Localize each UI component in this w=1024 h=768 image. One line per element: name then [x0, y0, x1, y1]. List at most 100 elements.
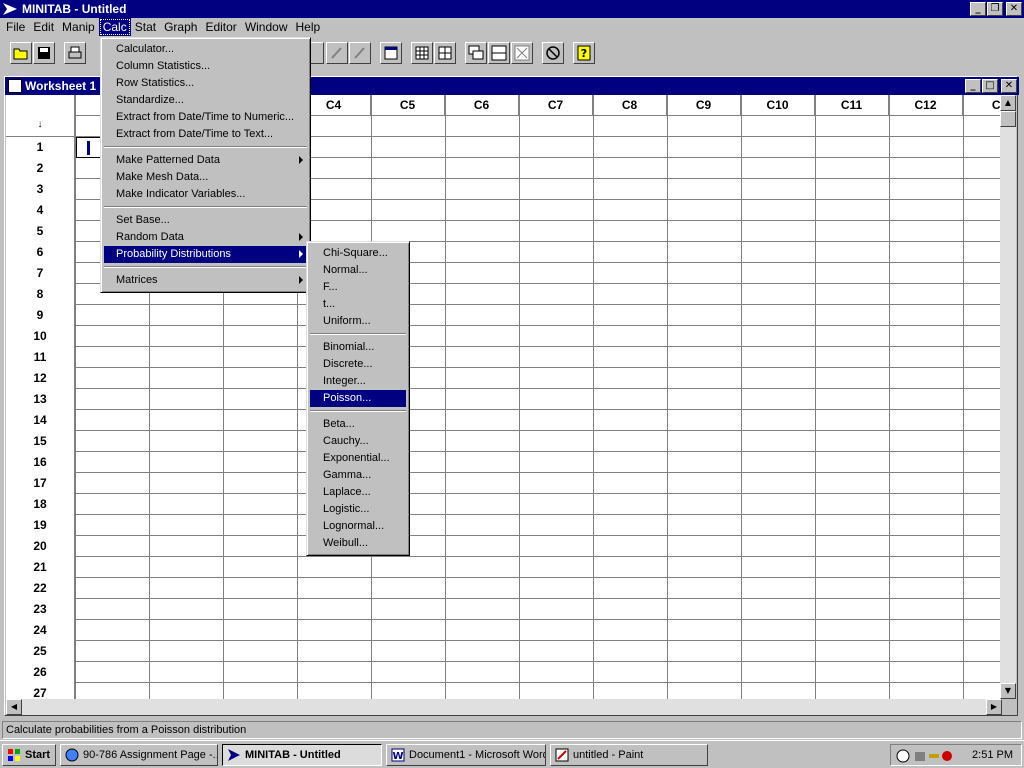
- menu-window[interactable]: Window: [241, 18, 292, 36]
- menu-stat[interactable]: Stat: [131, 18, 160, 36]
- brush-button[interactable]: [326, 42, 348, 64]
- app-title-bar[interactable]: MINITAB - Untitled _ ❐ ✕: [0, 0, 1024, 18]
- menu-item[interactable]: Integer...: [310, 373, 406, 390]
- taskbar-item-minitab[interactable]: MINITAB - Untitled: [222, 744, 382, 766]
- menu-item[interactable]: Lognormal...: [310, 518, 406, 535]
- restore-button[interactable]: ❐: [987, 2, 1003, 16]
- column-header[interactable]: C5: [371, 95, 445, 116]
- menu-item[interactable]: Gamma...: [310, 467, 406, 484]
- row-header[interactable]: 24: [6, 620, 75, 641]
- menu-graph[interactable]: Graph: [160, 18, 201, 36]
- row-header[interactable]: 20: [6, 536, 75, 557]
- menu-item[interactable]: Beta...: [310, 416, 406, 433]
- menu-item[interactable]: Exponential...: [310, 450, 406, 467]
- column-header[interactable]: C7: [519, 95, 593, 116]
- row-header[interactable]: 16: [6, 452, 75, 473]
- menu-item[interactable]: Make Mesh Data...: [104, 169, 307, 186]
- ws-minimize-button[interactable]: _: [965, 79, 981, 93]
- scroll-down-button[interactable]: ▼: [1000, 683, 1016, 699]
- scroll-up-button[interactable]: ▲: [1000, 95, 1016, 111]
- menu-item[interactable]: Poisson...: [310, 390, 406, 407]
- row-header[interactable]: 6: [6, 242, 75, 263]
- menu-item[interactable]: Set Base...: [104, 212, 307, 229]
- row-header[interactable]: 18: [6, 494, 75, 515]
- row-header[interactable]: 19: [6, 515, 75, 536]
- row-header[interactable]: 15: [6, 431, 75, 452]
- row-header[interactable]: 25: [6, 641, 75, 662]
- row-header[interactable]: 4: [6, 200, 75, 221]
- start-button[interactable]: Start: [2, 744, 56, 766]
- row-header[interactable]: 8: [6, 284, 75, 305]
- menu-item[interactable]: Calculator...: [104, 41, 307, 58]
- minimize-button[interactable]: _: [970, 2, 986, 16]
- menu-item[interactable]: Column Statistics...: [104, 58, 307, 75]
- row-header[interactable]: 3: [6, 179, 75, 200]
- ws-close-button[interactable]: ✕: [1001, 79, 1017, 93]
- session-window-button[interactable]: [380, 42, 402, 64]
- menu-item[interactable]: Probability Distributions: [104, 246, 307, 263]
- menu-editor[interactable]: Editor: [201, 18, 240, 36]
- menu-item[interactable]: Cauchy...: [310, 433, 406, 450]
- vertical-scrollbar[interactable]: ▲ ▼: [1000, 95, 1016, 699]
- column-header[interactable]: C10: [741, 95, 815, 116]
- row-header[interactable]: 5: [6, 221, 75, 242]
- worksheet-button[interactable]: [411, 42, 433, 64]
- menu-item[interactable]: Normal...: [310, 262, 406, 279]
- menu-item[interactable]: Extract from Date/Time to Text...: [104, 126, 307, 143]
- row-header[interactable]: 14: [6, 410, 75, 431]
- scroll-right-button[interactable]: ▶: [986, 699, 1002, 715]
- column-header[interactable]: C8: [593, 95, 667, 116]
- row-header[interactable]: 9: [6, 305, 75, 326]
- menu-item[interactable]: Make Patterned Data: [104, 152, 307, 169]
- menu-item[interactable]: Laplace...: [310, 484, 406, 501]
- menu-item[interactable]: Extract from Date/Time to Numeric...: [104, 109, 307, 126]
- close-all-graphs-button[interactable]: [511, 42, 533, 64]
- column-header[interactable]: C11: [815, 95, 889, 116]
- menu-edit[interactable]: Edit: [29, 18, 58, 36]
- vertical-scroll-thumb[interactable]: [1000, 111, 1016, 127]
- menu-item[interactable]: Discrete...: [310, 356, 406, 373]
- tile-button[interactable]: [488, 42, 510, 64]
- horizontal-scrollbar[interactable]: ◀ ▶: [6, 699, 1002, 715]
- close-button[interactable]: ✕: [1006, 2, 1022, 16]
- row-header[interactable]: 21: [6, 557, 75, 578]
- row-header[interactable]: 1: [6, 137, 75, 158]
- column-header[interactable]: C9: [667, 95, 741, 116]
- row-header[interactable]: 13: [6, 389, 75, 410]
- row-header[interactable]: 7: [6, 263, 75, 284]
- brush-alt-button[interactable]: [349, 42, 371, 64]
- menu-manip[interactable]: Manip: [58, 18, 99, 36]
- menu-item[interactable]: Logistic...: [310, 501, 406, 518]
- row-header[interactable]: 27: [6, 683, 75, 699]
- row-header[interactable]: 17: [6, 473, 75, 494]
- save-button[interactable]: [33, 42, 55, 64]
- row-header[interactable]: 22: [6, 578, 75, 599]
- ws-maximize-button[interactable]: □: [982, 79, 998, 93]
- data-direction-arrow[interactable]: ↓: [6, 95, 75, 137]
- menu-help[interactable]: Help: [292, 18, 325, 36]
- print-button[interactable]: [64, 42, 86, 64]
- taskbar-item-paint[interactable]: untitled - Paint: [550, 744, 708, 766]
- menu-item[interactable]: Weibull...: [310, 535, 406, 552]
- menu-item[interactable]: Make Indicator Variables...: [104, 186, 307, 203]
- row-header[interactable]: 26: [6, 662, 75, 683]
- row-header[interactable]: 10: [6, 326, 75, 347]
- menu-item[interactable]: Uniform...: [310, 313, 406, 330]
- menu-calc[interactable]: Calc: [98, 18, 131, 36]
- menu-file[interactable]: File: [2, 18, 29, 36]
- menu-item[interactable]: Row Statistics...: [104, 75, 307, 92]
- menu-item[interactable]: Random Data: [104, 229, 307, 246]
- menu-item[interactable]: Standardize...: [104, 92, 307, 109]
- tray-icons[interactable]: [895, 748, 953, 764]
- cancel-button[interactable]: [542, 42, 564, 64]
- row-header[interactable]: 12: [6, 368, 75, 389]
- help-button[interactable]: ?: [573, 42, 595, 64]
- column-header[interactable]: C1: [963, 95, 1002, 116]
- menu-item[interactable]: F...: [310, 279, 406, 296]
- menu-item[interactable]: Binomial...: [310, 339, 406, 356]
- cascade-button[interactable]: [465, 42, 487, 64]
- menu-item[interactable]: t...: [310, 296, 406, 313]
- info-button[interactable]: [434, 42, 456, 64]
- scroll-left-button[interactable]: ◀: [6, 699, 22, 715]
- column-header[interactable]: C12: [889, 95, 963, 116]
